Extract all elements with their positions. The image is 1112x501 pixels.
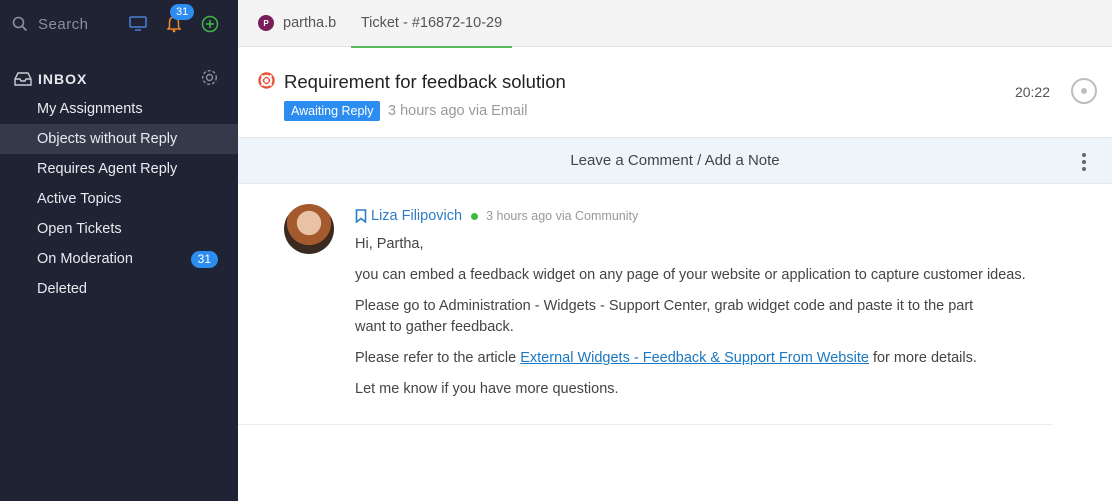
inbox-nav: My Assignments Objects without Reply Req… xyxy=(0,94,238,304)
author-line: Liza Filipovich 3 hours ago via Communit… xyxy=(355,204,1055,228)
gear-icon[interactable] xyxy=(201,69,218,86)
avatar[interactable] xyxy=(284,204,334,254)
message-text: want to gather feedback. xyxy=(355,319,514,335)
nav-item-label: Requires Agent Reply xyxy=(37,161,178,177)
search-placeholder: Search xyxy=(38,15,89,33)
add-circle-icon[interactable] xyxy=(200,14,220,34)
search-box[interactable]: Search xyxy=(12,16,89,33)
nav-item-label: On Moderation xyxy=(37,251,133,267)
message-body: Liza Filipovich 3 hours ago via Communit… xyxy=(355,204,1055,400)
nav-item-objects-without-reply[interactable]: Objects without Reply xyxy=(0,124,238,154)
nav-item-my-assignments[interactable]: My Assignments xyxy=(0,94,238,124)
monitor-icon[interactable] xyxy=(128,14,148,34)
nav-item-label: Deleted xyxy=(37,281,87,297)
sidebar-topbar: Search 31 xyxy=(0,0,238,48)
sidebar: Search 31 INBOX My Assignments Objects w… xyxy=(0,0,238,501)
comment-bar-label: Leave a Comment / Add a Note xyxy=(570,152,780,169)
nav-item-open-tickets[interactable]: Open Tickets xyxy=(0,214,238,244)
ticket-meta: 3 hours ago via Email xyxy=(388,103,528,119)
article-link[interactable]: External Widgets - Feedback & Support Fr… xyxy=(520,350,869,366)
nav-item-active-topics[interactable]: Active Topics xyxy=(0,184,238,214)
nav-item-label: Objects without Reply xyxy=(37,131,178,147)
nav-item-label: My Assignments xyxy=(37,101,143,117)
nav-item-label: Open Tickets xyxy=(37,221,122,237)
message-paragraph: you can embed a feedback widget on any p… xyxy=(355,267,1026,283)
ticket-subject: Requirement for feedback solution xyxy=(284,71,566,92)
online-indicator xyxy=(471,212,479,220)
notification-badge: 31 xyxy=(170,4,195,20)
inbox-title: INBOX xyxy=(38,71,88,87)
nav-item-requires-agent-reply[interactable]: Requires Agent Reply xyxy=(0,154,238,184)
author-name[interactable]: Liza Filipovich xyxy=(371,208,462,224)
message-paragraph: Please refer to the article External Wid… xyxy=(355,348,1055,369)
bookmark-icon xyxy=(355,209,367,223)
count-badge: 31 xyxy=(190,251,218,268)
ticket-view: Requirement for feedback solution Awaiti… xyxy=(238,0,1112,501)
nav-item-deleted[interactable]: Deleted xyxy=(0,274,238,304)
inbox-icon xyxy=(14,72,32,86)
message-text: Please go to Administration - Widgets - … xyxy=(355,298,974,314)
dot-icon xyxy=(1081,88,1087,94)
lifebuoy-icon xyxy=(258,72,275,89)
message-greeting: Hi, Partha, xyxy=(355,236,424,252)
search-icon xyxy=(12,16,28,32)
message-text: Please refer to the article xyxy=(355,350,521,366)
message-paragraph: Please go to Administration - Widgets - … xyxy=(355,296,1055,338)
inbox-header[interactable]: INBOX xyxy=(0,68,238,90)
nav-item-label: Active Topics xyxy=(37,191,122,207)
comment-bar[interactable]: Leave a Comment / Add a Note xyxy=(238,138,1112,184)
ticket-time: 20:22 xyxy=(1014,84,1050,100)
nav-item-on-moderation[interactable]: On Moderation 31 xyxy=(0,244,238,274)
message-text: for more details. xyxy=(868,350,977,366)
message-meta: 3 hours ago via Community xyxy=(486,209,639,223)
status-toggle-button[interactable] xyxy=(1071,78,1097,104)
message-paragraph: Let me know if you have more questions. xyxy=(355,381,619,397)
status-badge[interactable]: Awaiting Reply xyxy=(284,101,381,121)
divider xyxy=(238,424,1053,425)
more-options-icon[interactable] xyxy=(1082,153,1086,171)
